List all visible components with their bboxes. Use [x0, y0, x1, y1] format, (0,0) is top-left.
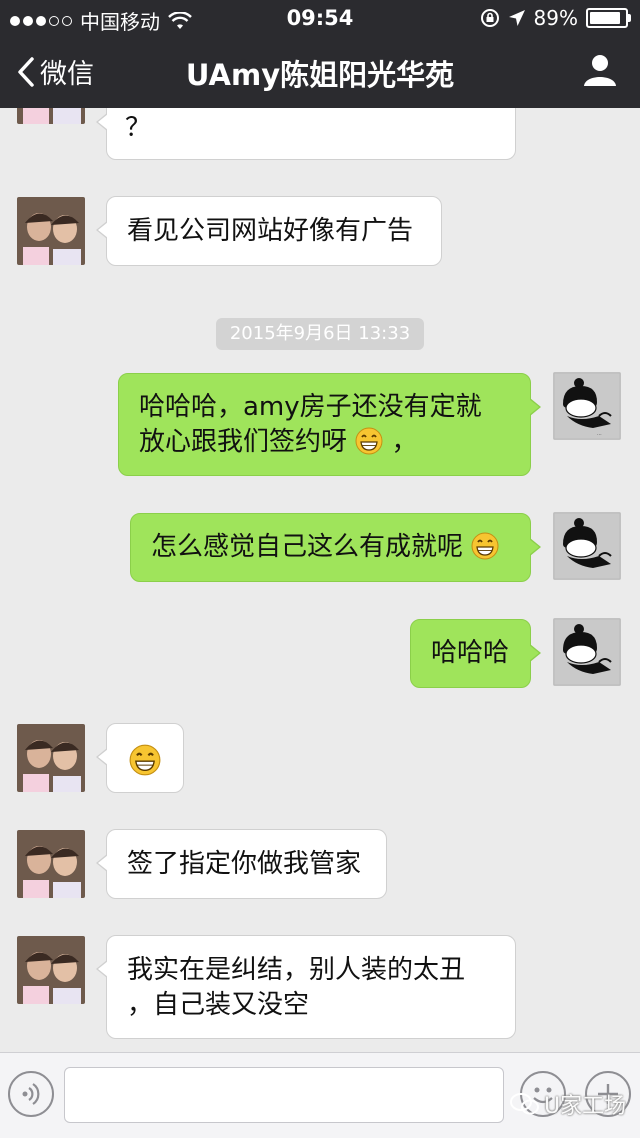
- grin-emoji-icon: [471, 532, 499, 560]
- contact-avatar[interactable]: [17, 108, 85, 124]
- message-bubble[interactable]: 签了指定你做我管家: [96, 829, 387, 899]
- message-text: ，: [391, 427, 418, 457]
- message-bubble[interactable]: 我实在是纠结，别人装的太丑 ，自己装又没空: [96, 935, 516, 1039]
- message-text: 我实在是纠结，别人装的太丑: [127, 955, 466, 985]
- contact-avatar[interactable]: [17, 724, 85, 792]
- message-bubble[interactable]: ？: [96, 108, 516, 160]
- message-text-line: 放心跟我们签约呀 ，: [139, 425, 512, 460]
- my-avatar[interactable]: [553, 512, 621, 580]
- my-avatar[interactable]: [553, 618, 621, 686]
- message-bubble[interactable]: 哈哈哈: [410, 619, 541, 688]
- wechat-logo-icon: [510, 1093, 539, 1115]
- battery-icon: [586, 8, 631, 28]
- message-input[interactable]: [64, 1067, 504, 1123]
- watermark: U家工场: [510, 1088, 626, 1120]
- voice-icon: [22, 1083, 40, 1105]
- message-bubble[interactable]: 看见公司网站好像有广告: [96, 196, 442, 266]
- chat-screen: 中国移动 09:54 89% 微信 UAmy陈姐阳光华苑 ？ 看见公司网站好像有…: [0, 0, 640, 1138]
- location-arrow-icon: [508, 10, 525, 26]
- voice-input-button[interactable]: [8, 1071, 54, 1117]
- status-right: 89%: [480, 6, 631, 30]
- message-list[interactable]: ？ 看见公司网站好像有广告 2015年9月6日 13:33 哈哈哈，amy房子还…: [0, 108, 640, 1050]
- status-bar: 中国移动 09:54 89%: [0, 0, 640, 36]
- timestamp-label: 2015年9月6日 13:33: [216, 318, 424, 350]
- message-text: ，自己装又没空: [127, 990, 310, 1020]
- message-bubble[interactable]: [96, 723, 184, 793]
- battery-percent: 89%: [533, 6, 578, 30]
- svg-text:⋯: ⋯: [597, 432, 602, 438]
- contact-avatar[interactable]: [17, 197, 85, 265]
- message-text: 哈哈哈，amy房子还没有定就: [139, 392, 482, 422]
- chat-title: UAmy陈姐阳光华苑: [185, 58, 455, 92]
- profile-icon[interactable]: [582, 52, 618, 88]
- nav-bar: 微信 UAmy陈姐阳光华苑: [0, 36, 640, 108]
- message-text: 签了指定你做我管家: [127, 849, 362, 879]
- grin-emoji-icon: [129, 744, 161, 776]
- message-bubble[interactable]: 怎么感觉自己这么有成就呢: [130, 513, 541, 582]
- message-text: ？: [125, 113, 152, 143]
- message-text: 怎么感觉自己这么有成就呢: [151, 532, 464, 562]
- watermark-text: U家工场: [544, 1094, 627, 1119]
- battery-fill: [590, 12, 621, 24]
- grin-emoji-icon: [355, 427, 383, 455]
- rotation-lock-icon: [480, 9, 499, 27]
- contact-avatar[interactable]: [17, 830, 85, 898]
- contact-avatar[interactable]: [17, 936, 85, 1004]
- message-text: 看见公司网站好像有广告: [127, 216, 414, 246]
- message-text: 哈哈哈: [431, 638, 510, 668]
- my-avatar[interactable]: ⋯: [553, 372, 621, 440]
- message-text: 放心跟我们签约呀: [139, 427, 348, 457]
- message-bubble[interactable]: 哈哈哈，amy房子还没有定就 放心跟我们签约呀 ，: [118, 373, 541, 476]
